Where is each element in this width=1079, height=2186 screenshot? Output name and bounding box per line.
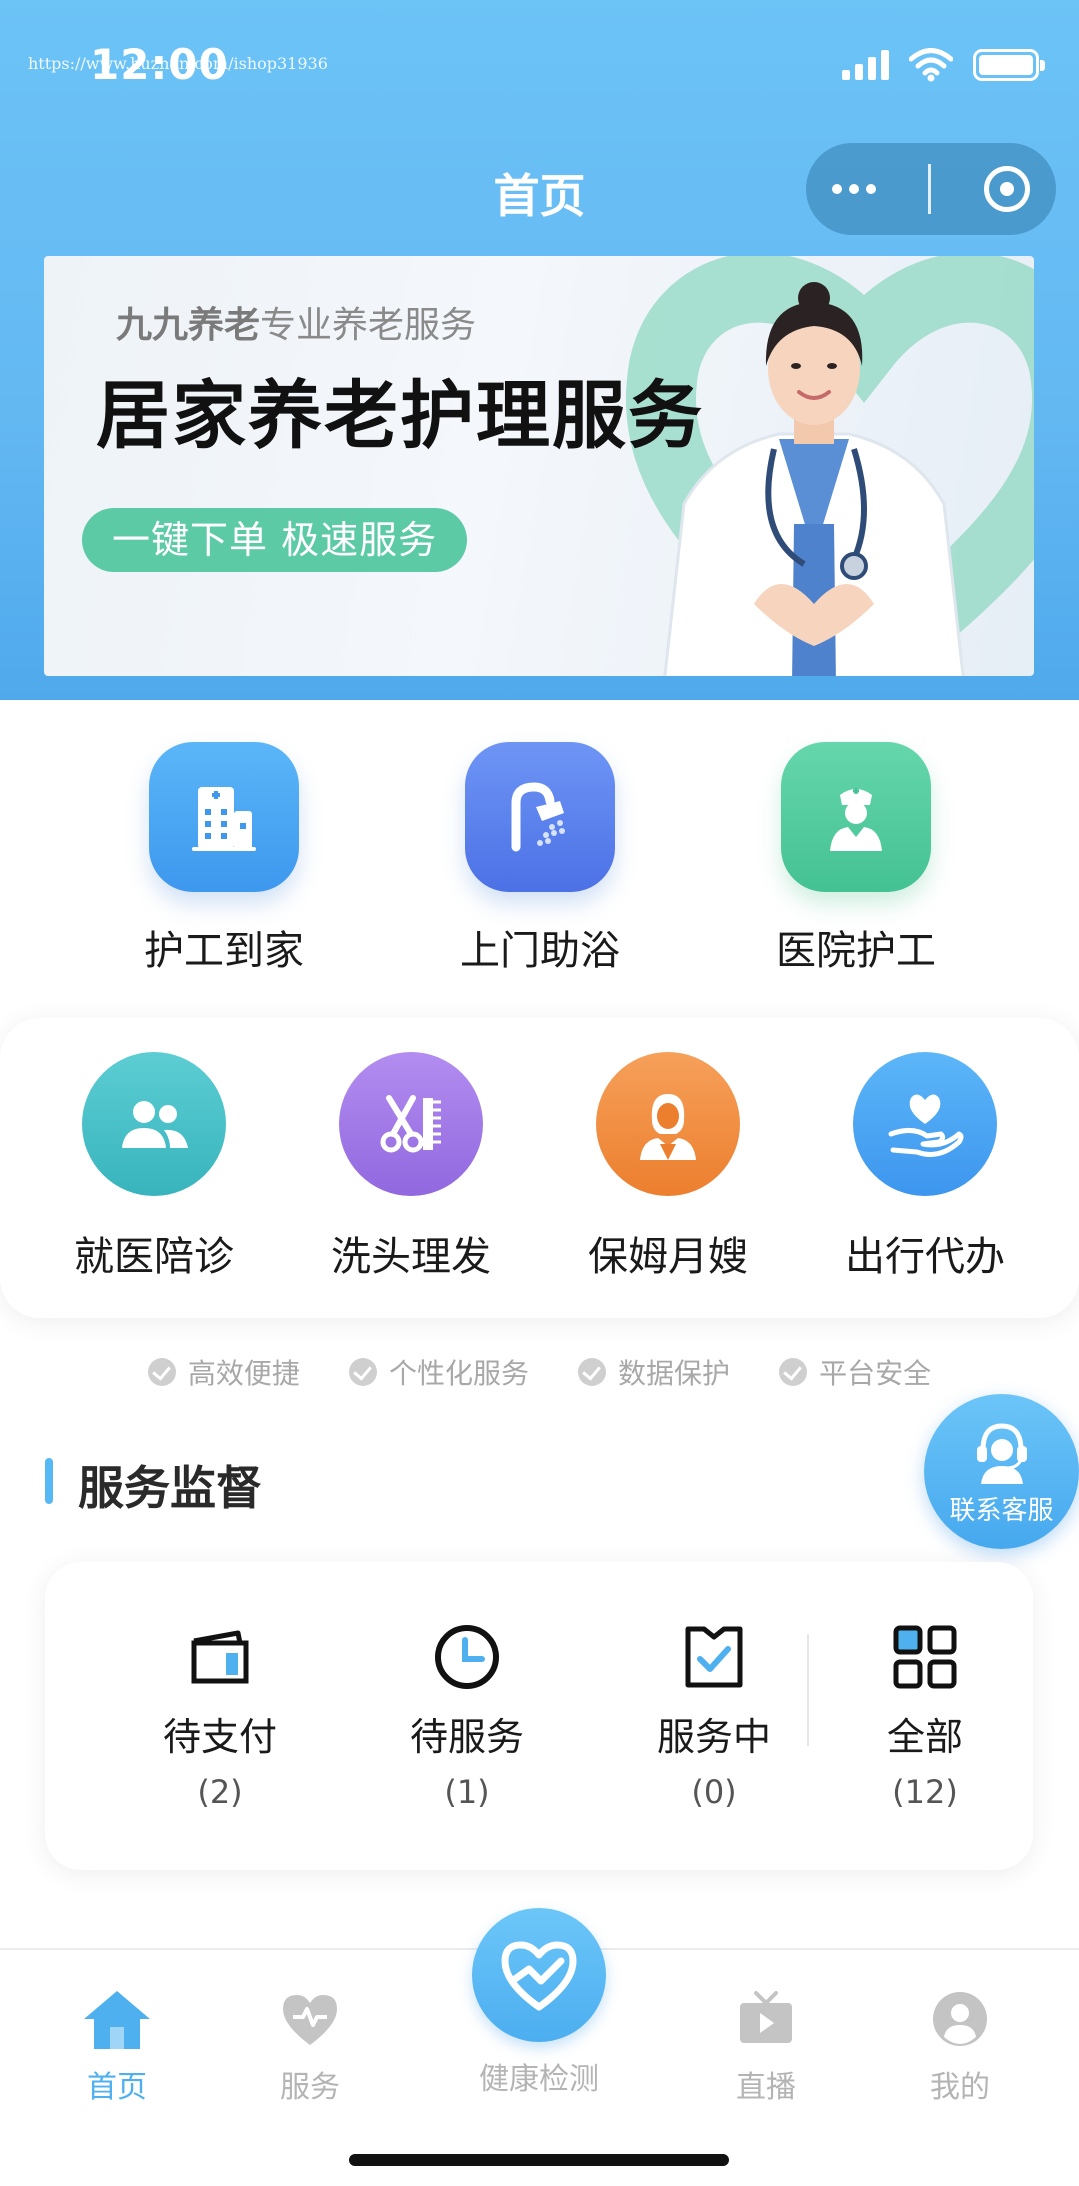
tab-home[interactable]: 首页 — [37, 1984, 197, 2106]
battery-icon — [973, 49, 1045, 81]
order-count: (0) — [691, 1773, 737, 1811]
order-label: 全部 — [886, 1715, 963, 1759]
heart-icon — [230, 1984, 390, 2054]
order-status-card: 待支付 (2) 待服务 (1) 服务中 (0) 全部 (12) — [45, 1562, 1033, 1870]
feature-tag: 高效便捷 — [147, 1352, 300, 1392]
clock-icon — [367, 1622, 567, 1692]
check-icon — [147, 1358, 176, 1386]
section-accent-bar — [45, 1458, 53, 1504]
service-medical-escort[interactable]: 就医陪诊 — [24, 1052, 284, 1282]
heart-pulse-icon — [501, 1941, 577, 2011]
service-label: 上门助浴 — [460, 928, 620, 974]
status-icons — [842, 48, 1045, 82]
tab-services[interactable]: 服务 — [230, 1984, 390, 2106]
order-count: (12) — [892, 1773, 958, 1811]
user-icon — [880, 1984, 1040, 2054]
service-hospital-caregiver[interactable]: 医院护工 — [706, 742, 1006, 976]
tab-mine[interactable]: 我的 — [880, 1984, 1040, 2106]
status-bar: https://www.huzhan.com/ishop31936 12:00 — [0, 0, 1079, 130]
banner-brand: 九九养老专业养老服务 — [116, 304, 477, 346]
order-divider — [807, 1634, 809, 1746]
main-services: 护工到家 上门助浴 医院护工 — [0, 742, 1079, 982]
service-nanny[interactable]: 保姆月嫂 — [538, 1052, 798, 1282]
wallet-icon — [120, 1622, 320, 1692]
tab-label: 服务 — [280, 2070, 340, 2105]
order-label: 待服务 — [409, 1715, 524, 1759]
tab-health-check[interactable] — [472, 1908, 606, 2042]
promo-banner[interactable]: 九九养老专业养老服务 居家养老护理服务 一键下单 极速服务 — [44, 256, 1034, 676]
tv-icon — [686, 1984, 846, 2054]
service-label: 保姆月嫂 — [588, 1234, 748, 1280]
capsule-divider — [928, 164, 932, 214]
people-icon — [82, 1052, 226, 1196]
order-label: 服务中 — [656, 1715, 771, 1759]
service-haircut[interactable]: 洗头理发 — [281, 1052, 541, 1282]
order-label: 待支付 — [162, 1715, 277, 1759]
feature-tag: 数据保护 — [578, 1352, 730, 1392]
housekeeper-icon — [596, 1052, 740, 1196]
miniprogram-capsule[interactable] — [806, 143, 1056, 235]
service-label: 洗头理发 — [331, 1234, 491, 1280]
feature-tags: 高效便捷 个性化服务 数据保护 平台安全 — [0, 1352, 1079, 1392]
check-icon — [578, 1358, 607, 1386]
close-miniprogram-icon[interactable] — [983, 166, 1030, 212]
shower-icon — [465, 742, 615, 892]
service-home-bath[interactable]: 上门助浴 — [390, 742, 690, 976]
tab-label: 首页 — [87, 2070, 147, 2105]
signal-icon — [842, 50, 889, 80]
home-icon — [37, 1984, 197, 2054]
home-indicator — [349, 2154, 729, 2166]
scissors-comb-icon — [339, 1052, 483, 1196]
tab-label: 我的 — [930, 2070, 990, 2105]
nurse-icon — [781, 742, 931, 892]
order-all[interactable]: 全部 (12) — [825, 1622, 1025, 1811]
check-icon — [348, 1358, 377, 1386]
hospital-building-icon — [149, 742, 299, 892]
contact-service-label: 联系客服 — [949, 1496, 1054, 1526]
order-pending-payment[interactable]: 待支付 (2) — [120, 1622, 320, 1811]
check-icon — [779, 1358, 808, 1386]
service-label: 出行代办 — [845, 1234, 1005, 1280]
banner-cta[interactable]: 一键下单 极速服务 — [82, 508, 468, 572]
more-services-card: 就医陪诊 洗头理发 保姆月嫂 出行代办 — [0, 1018, 1079, 1318]
more-icon[interactable] — [832, 184, 877, 194]
service-label: 医院护工 — [776, 928, 936, 974]
tab-label: 健康检测 — [479, 2062, 599, 2097]
service-label: 就医陪诊 — [74, 1234, 234, 1280]
order-count: (2) — [197, 1773, 243, 1811]
order-count: (1) — [444, 1773, 490, 1811]
wifi-icon — [909, 48, 953, 82]
order-pending-service[interactable]: 待服务 (1) — [367, 1622, 567, 1811]
contact-service-button[interactable]: 联系客服 — [924, 1394, 1079, 1549]
feature-tag: 个性化服务 — [348, 1352, 529, 1392]
service-label: 护工到家 — [144, 928, 304, 974]
tab-label: 直播 — [736, 2070, 796, 2105]
order-in-service[interactable]: 服务中 (0) — [614, 1622, 814, 1811]
section-title: 服务监督 — [78, 1461, 262, 1515]
hand-heart-icon — [853, 1052, 997, 1196]
doctor-illustration — [663, 282, 965, 676]
service-home-caregiver[interactable]: 护工到家 — [74, 742, 374, 976]
tab-live[interactable]: 直播 — [686, 1984, 846, 2106]
clipboard-check-icon — [614, 1622, 814, 1692]
status-time: 12:00 — [90, 40, 229, 89]
service-errand[interactable]: 出行代办 — [795, 1052, 1055, 1282]
grid-icon — [825, 1622, 1025, 1692]
headset-agent-icon — [976, 1423, 1027, 1484]
feature-tag: 平台安全 — [779, 1352, 931, 1392]
